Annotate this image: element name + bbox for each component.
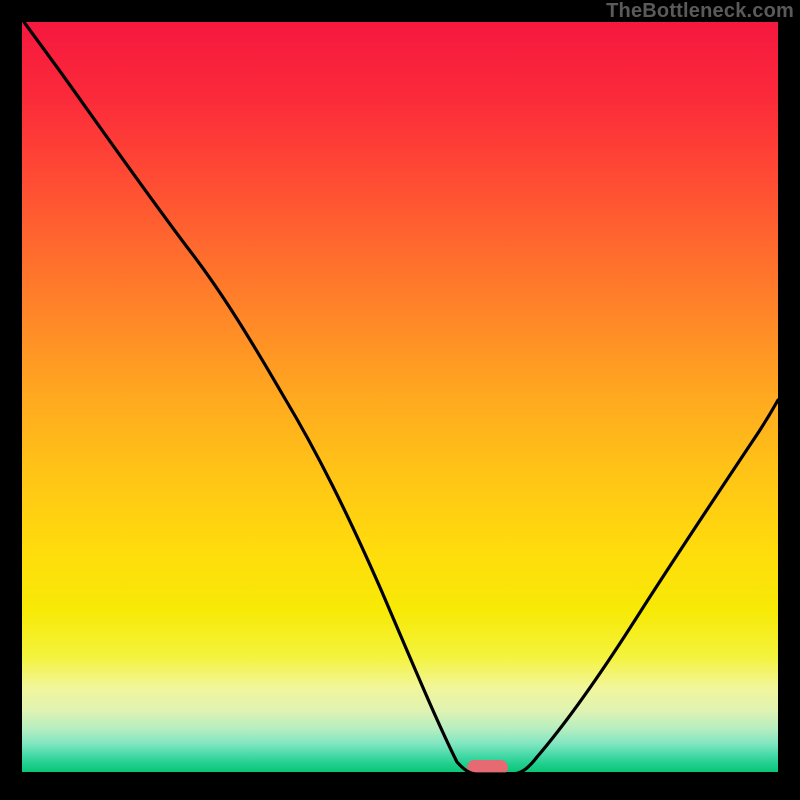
watermark-text: TheBottleneck.com <box>606 0 794 23</box>
x-axis <box>22 772 778 778</box>
chart-frame: TheBottleneck.com <box>0 0 800 800</box>
optimal-marker <box>467 760 508 775</box>
y-axis <box>16 22 22 778</box>
plot-gradient-area <box>22 22 778 778</box>
